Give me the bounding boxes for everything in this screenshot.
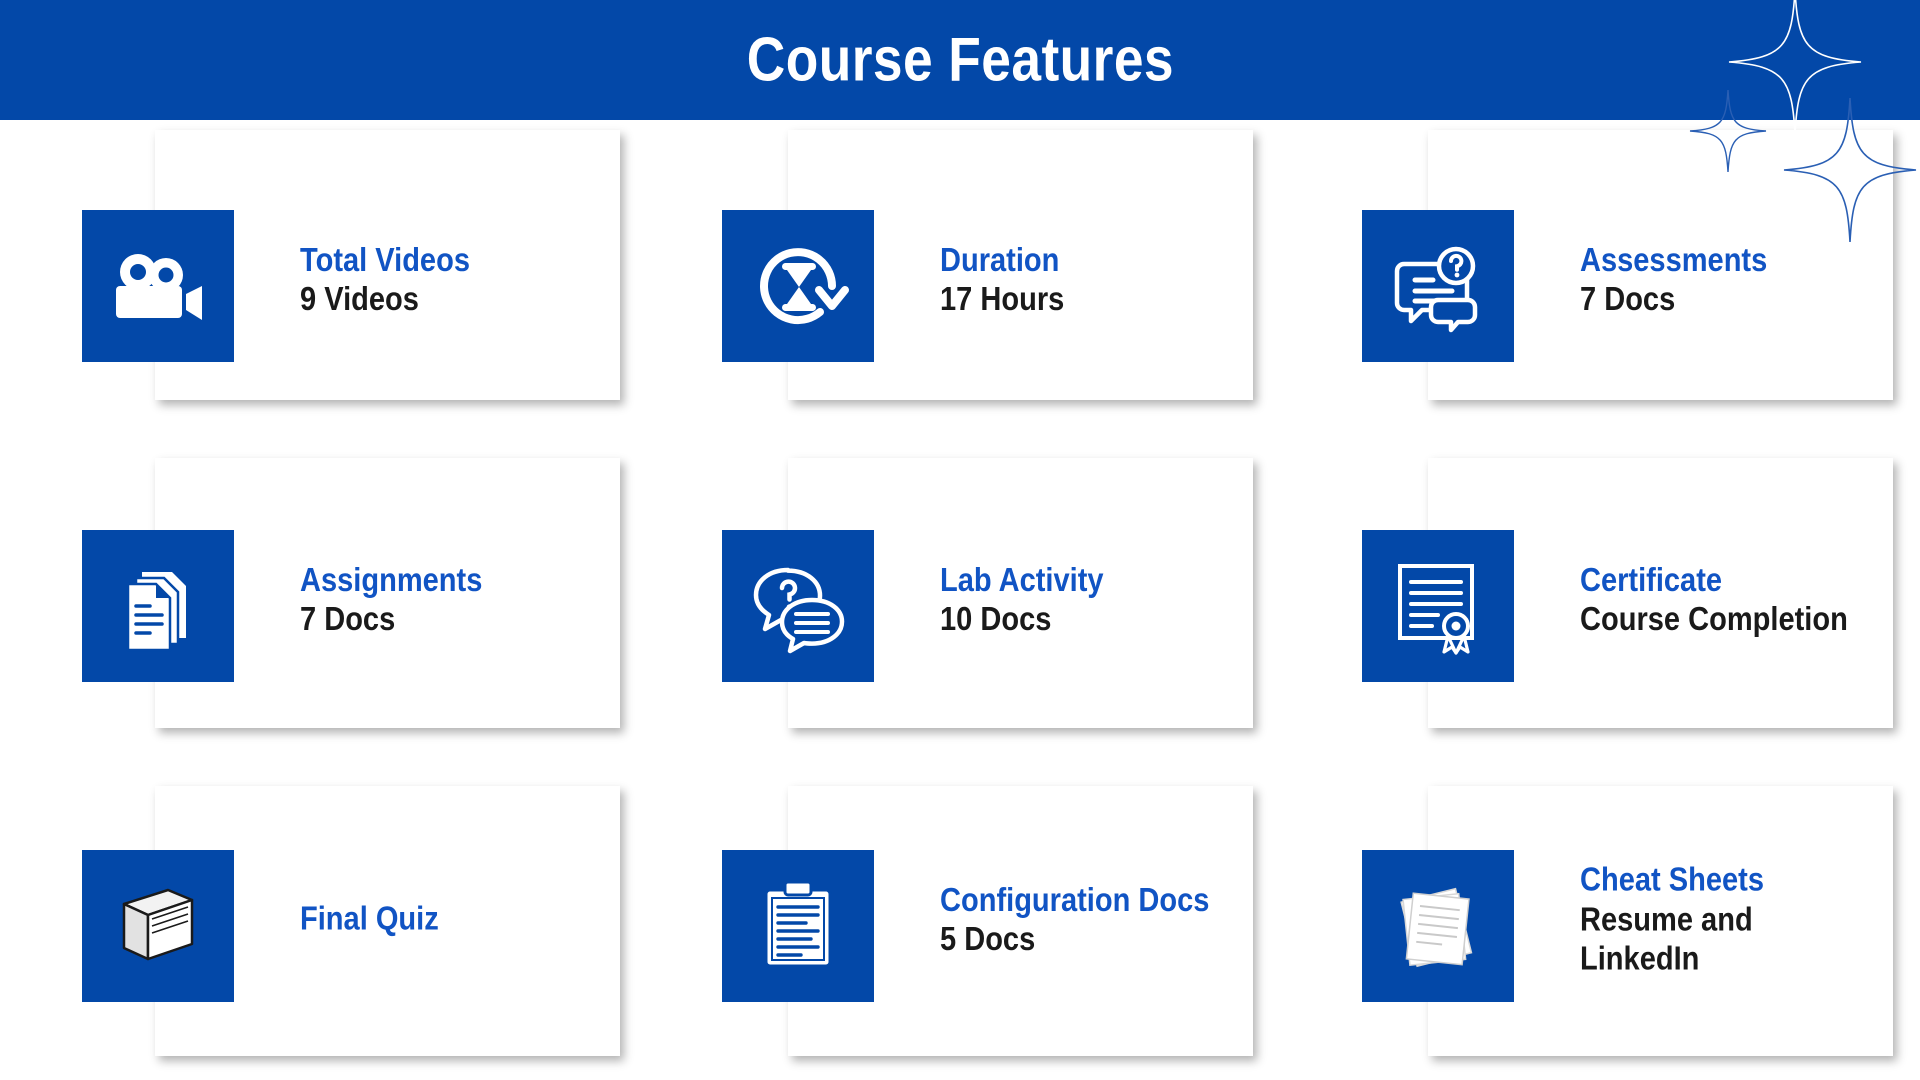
feature-cell: Final Quiz [0,760,640,1080]
feature-card-text: Total Videos 9 Videos [300,241,630,318]
hourglass-clock-icon [722,210,874,362]
certificate-ribbon-icon [1362,530,1514,682]
feature-title: Assessments [1580,241,1768,279]
page-title-text: Course Features [746,25,1174,95]
feature-card-text: Final Quiz [300,899,630,940]
feature-card-text: Assignments 7 Docs [300,561,630,638]
question-chat-icon [1362,210,1514,362]
feature-cell: Lab Activity 10 Docs [640,440,1280,760]
feature-card-text: Cheat Sheets Resume and LinkedIn [1580,860,1910,979]
feature-title: Total Videos [300,241,470,279]
papers-stack-icon [1362,850,1514,1002]
video-camera-icon [82,210,234,362]
feature-title: Lab Activity [940,561,1104,599]
feature-subtitle: 7 Docs [300,600,396,637]
feature-cell: Certificate Course Completion [1280,440,1920,760]
feature-title: Duration [940,241,1060,279]
feature-title: Certificate [1580,561,1723,599]
feature-subtitle: 5 Docs [940,920,1036,957]
feature-title: Configuration Docs [940,881,1210,919]
feature-card-text: Duration 17 Hours [940,241,1270,318]
feature-card-text: Assessments 7 Docs [1580,241,1910,318]
feature-cell: Assessments 7 Docs [1280,120,1920,440]
feature-title: Assignments [300,561,483,599]
documents-stack-icon [82,530,234,682]
feature-card-text: Configuration Docs 5 Docs [940,881,1270,958]
feature-card-text: Lab Activity 10 Docs [940,561,1270,638]
feature-title: Final Quiz [300,899,439,937]
feature-subtitle: 17 Hours [940,280,1065,317]
page-title: Course Features [0,25,1920,96]
book-icon [82,850,234,1002]
page-header: Course Features [0,0,1920,120]
feature-title: Cheat Sheets [1580,860,1764,898]
feature-cell: Total Videos 9 Videos [0,120,640,440]
feature-card-text: Certificate Course Completion [1580,561,1910,638]
clipboard-icon [722,850,874,1002]
feature-subtitle: 7 Docs [1580,280,1676,317]
feature-subtitle: 10 Docs [940,600,1052,637]
feature-cell: Assignments 7 Docs [0,440,640,760]
feature-cell: Cheat Sheets Resume and LinkedIn [1280,760,1920,1080]
chat-bubbles-icon [722,530,874,682]
feature-subtitle: 9 Videos [300,280,419,317]
features-grid: Total Videos 9 Videos Duration 17 Hours [0,120,1920,1080]
feature-cell: Duration 17 Hours [640,120,1280,440]
feature-cell: Configuration Docs 5 Docs [640,760,1280,1080]
feature-subtitle: Resume and LinkedIn [1580,900,1753,977]
feature-subtitle: Course Completion [1580,600,1848,637]
